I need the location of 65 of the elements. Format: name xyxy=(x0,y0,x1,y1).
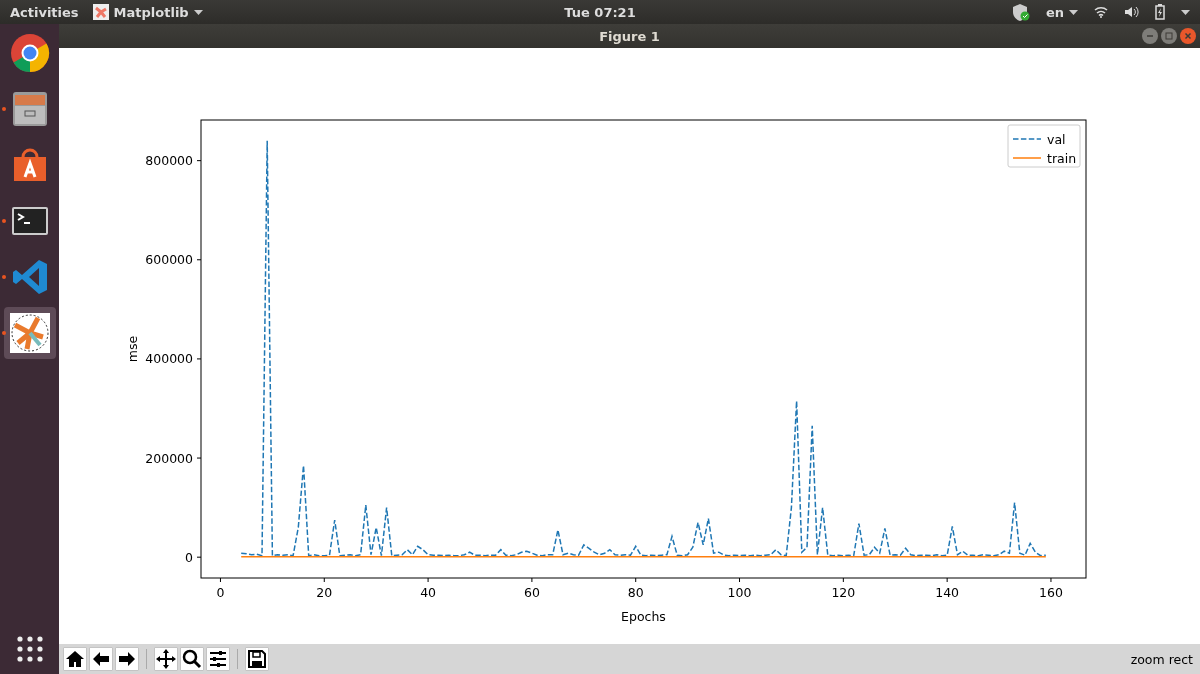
y-tick-label: 200000 xyxy=(145,450,193,466)
language-menu[interactable]: en xyxy=(1045,4,1064,20)
tick-mark xyxy=(946,577,948,583)
x-tick-label: 160 xyxy=(1039,585,1063,600)
tick-mark xyxy=(196,556,202,558)
battery-icon[interactable] xyxy=(1155,4,1165,20)
tick-mark xyxy=(196,259,202,261)
forward-button[interactable] xyxy=(115,647,139,671)
caret-icon[interactable] xyxy=(1181,9,1190,15)
window-title: Figure 1 xyxy=(599,28,660,44)
home-button[interactable] xyxy=(63,647,87,671)
y-tick-label: 800000 xyxy=(145,153,193,169)
tick-mark xyxy=(427,577,429,583)
minimize-button[interactable] xyxy=(1142,28,1158,44)
y-tick-label: 600000 xyxy=(145,252,193,268)
caret-icon xyxy=(193,9,203,15)
caret-icon xyxy=(1069,9,1078,15)
dock-item[interactable] xyxy=(3,307,56,359)
browser-app-icon[interactable] xyxy=(9,33,50,73)
x-tick-label: 80 xyxy=(627,585,644,600)
x-tick-label: 20 xyxy=(316,585,333,600)
y-tick-label: 400000 xyxy=(145,351,193,367)
tick-mark xyxy=(531,577,533,583)
tick-mark xyxy=(219,577,221,583)
tick-mark xyxy=(1050,577,1052,583)
tick-mark xyxy=(739,577,741,583)
legend-label: val xyxy=(1047,131,1066,147)
app-menu[interactable]: Matplotlib xyxy=(113,4,189,20)
status-message: zoom rect xyxy=(1130,651,1194,667)
wifi-icon[interactable] xyxy=(1094,6,1108,18)
legend-label: train xyxy=(1047,150,1077,166)
sliders-icon xyxy=(207,648,229,670)
zoom-button[interactable] xyxy=(180,647,204,671)
zoom-icon xyxy=(181,648,203,670)
pan-icon xyxy=(155,648,177,670)
home-icon xyxy=(64,648,86,670)
x-axis-label: Epochs xyxy=(621,609,666,624)
tick-mark xyxy=(196,160,202,162)
x-tick-label: 120 xyxy=(831,585,856,600)
activities-button[interactable]: Activities xyxy=(10,4,79,20)
y-tick-label: 0 xyxy=(185,549,193,565)
tick-mark xyxy=(842,577,844,583)
close-button[interactable] xyxy=(1180,28,1196,44)
maximize-button[interactable] xyxy=(1161,28,1177,44)
tick-mark xyxy=(635,577,637,583)
configure-button[interactable] xyxy=(206,647,230,671)
app-icon xyxy=(92,4,109,20)
save-button[interactable] xyxy=(245,647,269,671)
x-tick-label: 100 xyxy=(727,585,752,600)
x-tick-label: 140 xyxy=(935,585,960,600)
back-button[interactable] xyxy=(89,647,113,671)
tick-mark xyxy=(196,457,202,459)
clock[interactable]: Tue 07:21 xyxy=(564,4,636,20)
show-applications-icon[interactable] xyxy=(16,636,43,662)
tick-mark xyxy=(196,358,202,360)
x-tick-label: 60 xyxy=(523,585,540,600)
x-tick-label: 0 xyxy=(216,585,225,600)
matplotlib-app-icon[interactable] xyxy=(9,313,50,353)
x-tick-label: 40 xyxy=(420,585,437,600)
shield-icon[interactable] xyxy=(1011,3,1030,21)
tick-mark xyxy=(323,577,325,583)
pan-button[interactable] xyxy=(154,647,178,671)
y-axis-label: mse xyxy=(125,335,140,363)
volume-icon[interactable] xyxy=(1124,6,1139,18)
save-icon xyxy=(246,648,268,670)
